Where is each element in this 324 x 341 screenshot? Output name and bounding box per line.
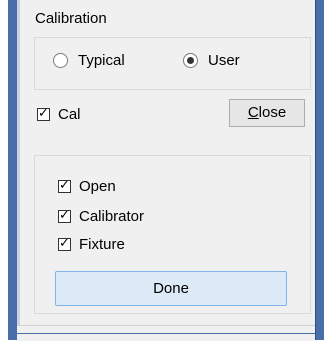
check-icon: ✓ <box>59 208 70 223</box>
check-icon: ✓ <box>59 178 70 193</box>
open-check-box: ✓ <box>58 178 71 193</box>
open-label: Open <box>79 178 116 195</box>
close-button-mnemonic: C <box>247 104 259 121</box>
radio-typical[interactable]: Typical <box>53 52 125 69</box>
calibration-group-box: Typical User <box>34 37 311 90</box>
open-checkbox[interactable]: ✓ Open <box>58 178 116 195</box>
cal-check-box: ✓ <box>37 106 50 121</box>
cal-label: Cal <box>58 106 81 123</box>
check-icon: ✓ <box>59 236 70 251</box>
radio-selected-icon <box>183 53 198 68</box>
calibrator-check-box: ✓ <box>58 208 71 223</box>
radio-typical-label: Typical <box>78 52 125 69</box>
radio-dot-icon <box>187 57 194 64</box>
calibrator-checkbox[interactable]: ✓ Calibrator <box>58 208 144 225</box>
window-bottom-edge <box>17 325 315 341</box>
options-group-box: ✓ Open ✓ Calibrator ✓ Fixture Done <box>34 155 311 314</box>
close-button-label: lose <box>258 104 287 121</box>
fixture-checkbox[interactable]: ✓ Fixture <box>58 236 125 253</box>
window-frame-right <box>315 0 324 340</box>
radio-user[interactable]: User <box>183 52 240 69</box>
radio-user-label: User <box>208 52 240 69</box>
radio-unselected-icon <box>53 53 68 68</box>
fixture-check-box: ✓ <box>58 236 71 251</box>
calibration-group-title: Calibration <box>35 10 107 27</box>
check-icon: ✓ <box>38 106 49 121</box>
cal-checkbox[interactable]: ✓ Cal <box>37 106 81 123</box>
calibration-panel: Calibration Typical User ✓ Cal Close ✓ O… <box>20 0 315 325</box>
done-button[interactable]: Done <box>55 271 287 306</box>
fixture-label: Fixture <box>79 236 125 253</box>
close-button[interactable]: Close <box>229 99 305 127</box>
calibrator-label: Calibrator <box>79 208 145 225</box>
